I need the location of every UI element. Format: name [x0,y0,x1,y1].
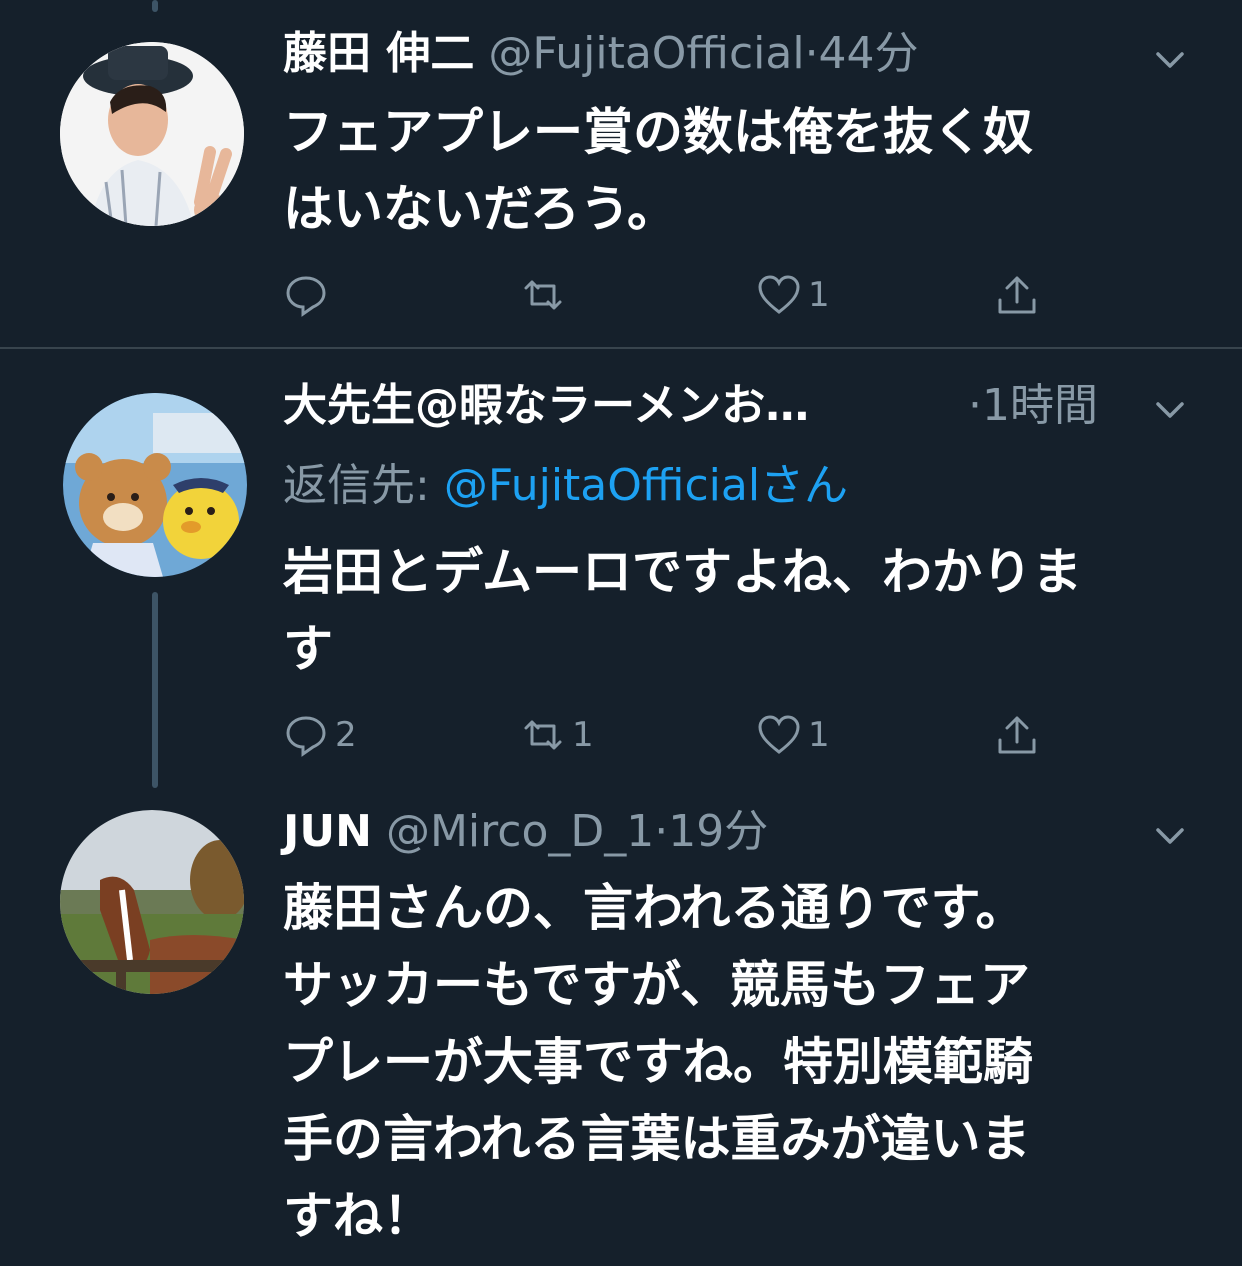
share-button[interactable] [994,712,1040,758]
retweet-icon [524,720,562,750]
reply-button[interactable]: 2 [283,712,357,758]
tweet-body-line: サッカーもですが、競馬もフェア [283,956,1030,1014]
tweet-3-header: JUN @Mirco_D_1·19分 [283,804,768,860]
user-handle[interactable]: @FujitaOfficial [488,28,804,79]
avatar-jun[interactable] [60,810,244,994]
tweet-body-line: 手の言われる言葉は重みが違いま [283,1110,1031,1168]
like-count: 1 [808,275,830,315]
reply-icon [286,716,326,757]
tweet-divider [0,347,1242,349]
user-handle[interactable]: @Mirco_D_1 [386,806,654,857]
chevron-down-icon[interactable] [1150,40,1190,80]
tweet-body-line: すね！ [283,1187,433,1245]
reply-button[interactable] [283,272,335,318]
tweet-2-time: ·1時間 [968,378,1098,434]
display-name[interactable]: JUN [283,806,372,857]
tweet-body: 岩田とデムーロですよね、わかりま す [283,534,1082,688]
like-count: 1 [808,715,830,755]
thread-line-connector [152,592,158,788]
tweet-body: フェアプレー賞の数は俺を抜く奴 はいないだろう。 [283,94,1033,248]
thread-line-top [152,0,158,12]
avatar-fujita[interactable] [60,42,244,226]
avatar-daisensei[interactable] [63,393,247,577]
heart-icon [758,715,800,754]
retweet-icon [524,280,562,310]
reply-count: 2 [335,715,357,755]
tweet-body: 藤田さんの、言われる通りです。 サッカーもですが、競馬もフェア プレーが大事です… [283,870,1033,1255]
tweet-body-line: プレーが大事ですね。特別模範騎 [283,1033,1033,1091]
like-button[interactable]: 1 [756,712,830,758]
tweet-2-header: 大先生@暇なラーメンお… [283,378,809,434]
timestamp[interactable]: ·19分 [654,806,768,857]
tweet-body-line: す [283,620,333,678]
avatar-jun-image [60,810,244,994]
tweet-1-header: 藤田 伸二 @FujitaOfficial·44分 [283,26,919,82]
tweet-body-line: 岩田とデムーロですよね、わかりま [283,543,1082,601]
avatar-daisensei-image [63,393,247,577]
share-icon [998,276,1036,314]
heart-icon [758,275,800,314]
retweet-button[interactable] [520,272,572,318]
avatar-fujita-image [60,42,244,226]
tweet-body-line: フェアプレー賞の数は俺を抜く奴 [283,103,1033,161]
retweet-button[interactable]: 1 [520,712,594,758]
like-button[interactable]: 1 [756,272,830,318]
chevron-down-icon[interactable] [1150,390,1190,430]
replying-to-label: 返信先: [283,460,444,511]
display-name[interactable]: 藤田 伸二 [283,28,474,79]
chevron-down-icon[interactable] [1150,816,1190,856]
tweet-body-line: はいないだろう。 [283,180,677,238]
timestamp[interactable]: ·44分 [805,28,919,79]
display-name[interactable]: 大先生@暇なラーメンお… [283,380,809,431]
mention-link[interactable]: @FujitaOfficialさん [444,460,848,511]
share-icon [998,716,1036,754]
share-button[interactable] [994,272,1040,318]
timestamp[interactable]: ·1時間 [968,380,1098,431]
retweet-count: 1 [572,715,594,755]
reply-icon [286,276,326,317]
replying-to: 返信先: @FujitaOfficialさん [283,458,848,514]
tweet-body-line: 藤田さんの、言われる通りです。 [283,879,1026,937]
